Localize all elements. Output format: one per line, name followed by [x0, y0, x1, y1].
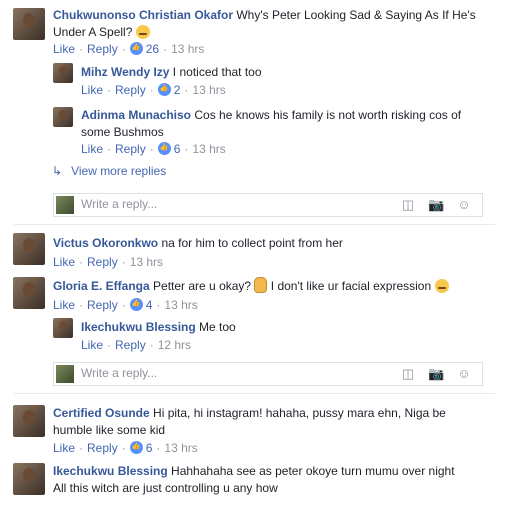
- camera-icon[interactable]: 📷: [428, 197, 444, 213]
- like-icon: [129, 42, 143, 55]
- avatar[interactable]: [13, 233, 45, 265]
- avatar[interactable]: [13, 463, 45, 495]
- timestamp[interactable]: 13 hrs: [164, 298, 197, 312]
- avatar[interactable]: [13, 8, 45, 40]
- sticker-icon[interactable]: ◫: [400, 197, 416, 213]
- reply-box: ◫ 📷 ☺: [53, 193, 483, 217]
- avatar[interactable]: [53, 63, 73, 83]
- reply-text: Cos he knows his family is not worth ris…: [194, 108, 462, 122]
- reply-text: some Bushmos: [81, 125, 164, 139]
- reply-text: I noticed that too: [172, 65, 262, 79]
- timestamp[interactable]: 12 hrs: [158, 338, 191, 352]
- timestamp[interactable]: 13 hrs: [171, 42, 204, 56]
- avatar: [56, 196, 74, 214]
- reply-input[interactable]: [81, 196, 381, 212]
- reply-author[interactable]: Adinma Munachiso: [81, 108, 191, 122]
- laughing-face-icon: [434, 279, 449, 293]
- like-link[interactable]: Like: [81, 83, 103, 97]
- avatar[interactable]: [53, 318, 73, 338]
- like-count[interactable]: 26: [146, 42, 159, 56]
- avatar[interactable]: [53, 107, 73, 127]
- comment-text: humble like some kid: [53, 423, 166, 437]
- divider: [14, 224, 495, 225]
- emoji-icon[interactable]: ☺: [456, 197, 472, 213]
- like-icon: [129, 441, 143, 454]
- timestamp[interactable]: 13 hrs: [192, 83, 225, 97]
- comment-text: na for him to collect point from her: [161, 236, 343, 250]
- like-link[interactable]: Like: [81, 142, 103, 156]
- comment-text: Under A Spell?: [53, 25, 133, 39]
- timestamp[interactable]: 13 hrs: [130, 255, 163, 269]
- camera-icon[interactable]: 📷: [428, 366, 444, 382]
- timestamp[interactable]: 13 hrs: [192, 142, 225, 156]
- reply-input[interactable]: [81, 365, 381, 381]
- avatar[interactable]: [13, 405, 45, 437]
- reply-link[interactable]: Reply: [115, 142, 146, 156]
- emoji-icon[interactable]: ☺: [456, 366, 472, 382]
- avatar[interactable]: [13, 277, 45, 309]
- divider: [14, 393, 495, 394]
- view-more-label[interactable]: View more replies: [71, 164, 166, 178]
- reply-link[interactable]: Reply: [115, 338, 146, 352]
- like-icon: [157, 83, 171, 96]
- like-icon: [129, 298, 143, 311]
- like-count[interactable]: 2: [174, 83, 181, 97]
- reply-link[interactable]: Reply: [87, 298, 118, 312]
- like-count[interactable]: 6: [174, 142, 181, 156]
- view-more-replies[interactable]: ↳ View more replies: [52, 164, 166, 178]
- comment-text: Why's Peter Looking Sad & Saying As If H…: [236, 8, 476, 22]
- like-count[interactable]: 6: [146, 441, 153, 455]
- like-count[interactable]: 4: [146, 298, 153, 312]
- comment-author[interactable]: Gloria E. Effanga: [53, 279, 150, 293]
- comment-author[interactable]: Victus Okoronkwo: [53, 236, 158, 250]
- timestamp[interactable]: 13 hrs: [164, 441, 197, 455]
- comment-text: Petter are u okay?: [153, 279, 252, 293]
- like-link[interactable]: Like: [53, 42, 75, 56]
- reply-link[interactable]: Reply: [115, 83, 146, 97]
- reply-link[interactable]: Reply: [87, 42, 118, 56]
- comment-text: I don't like ur facial expression: [270, 279, 432, 293]
- confused-face-icon: [135, 25, 150, 39]
- comment-text: All this witch are just controlling u an…: [53, 481, 278, 495]
- ok-hand-icon: [254, 277, 268, 293]
- reply-link[interactable]: Reply: [87, 255, 118, 269]
- comment-author[interactable]: Chukwunonso Christian Okafor: [53, 8, 233, 22]
- reply-link[interactable]: Reply: [87, 441, 118, 455]
- like-link[interactable]: Like: [53, 298, 75, 312]
- sticker-icon[interactable]: ◫: [400, 366, 416, 382]
- like-link[interactable]: Like: [53, 255, 75, 269]
- comment-author[interactable]: Ikechukwu Blessing: [53, 464, 168, 478]
- comment-author[interactable]: Certified Osunde: [53, 406, 150, 420]
- avatar: [56, 365, 74, 383]
- reply-arrow-icon: ↳: [52, 164, 63, 178]
- comment-text: Hahhahaha see as peter okoye turn mumu o…: [171, 464, 455, 478]
- comment-text: Hi pita, hi instagram! hahaha, pussy mar…: [153, 406, 446, 420]
- like-link[interactable]: Like: [81, 338, 103, 352]
- reply-author[interactable]: Mihz Wendy Izy: [81, 65, 169, 79]
- reply-text: Me too: [199, 320, 236, 334]
- like-link[interactable]: Like: [53, 441, 75, 455]
- like-icon: [157, 142, 171, 155]
- reply-box: ◫ 📷 ☺: [53, 362, 483, 386]
- reply-author[interactable]: Ikechukwu Blessing: [81, 320, 196, 334]
